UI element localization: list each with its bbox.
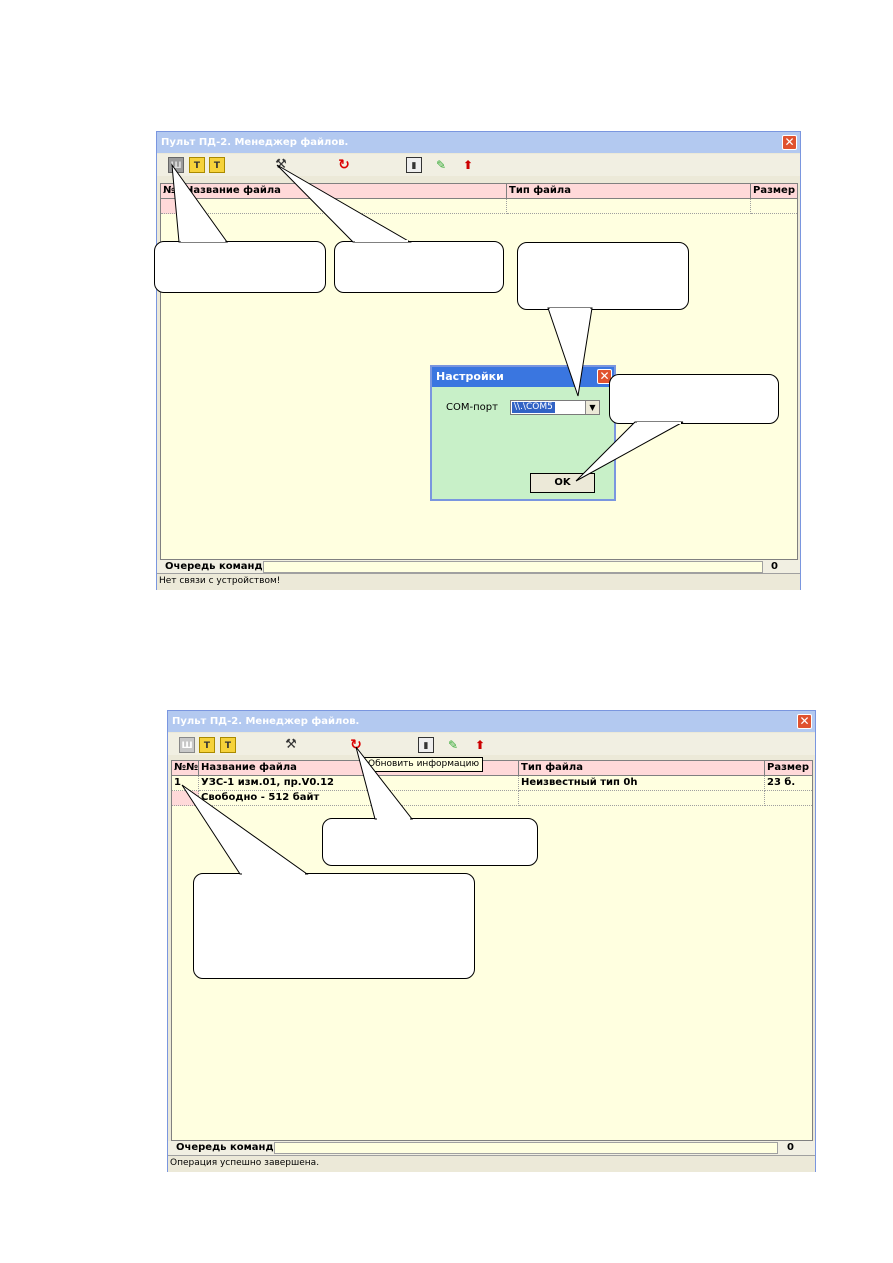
pointer-ok xyxy=(575,421,684,482)
pointer-connect xyxy=(171,163,228,243)
pointer-com-port xyxy=(547,307,593,397)
pointer-file-row xyxy=(181,784,309,875)
callout-pointers xyxy=(171,163,684,875)
pointer-refresh xyxy=(355,746,414,820)
pointer-settings xyxy=(276,164,412,243)
